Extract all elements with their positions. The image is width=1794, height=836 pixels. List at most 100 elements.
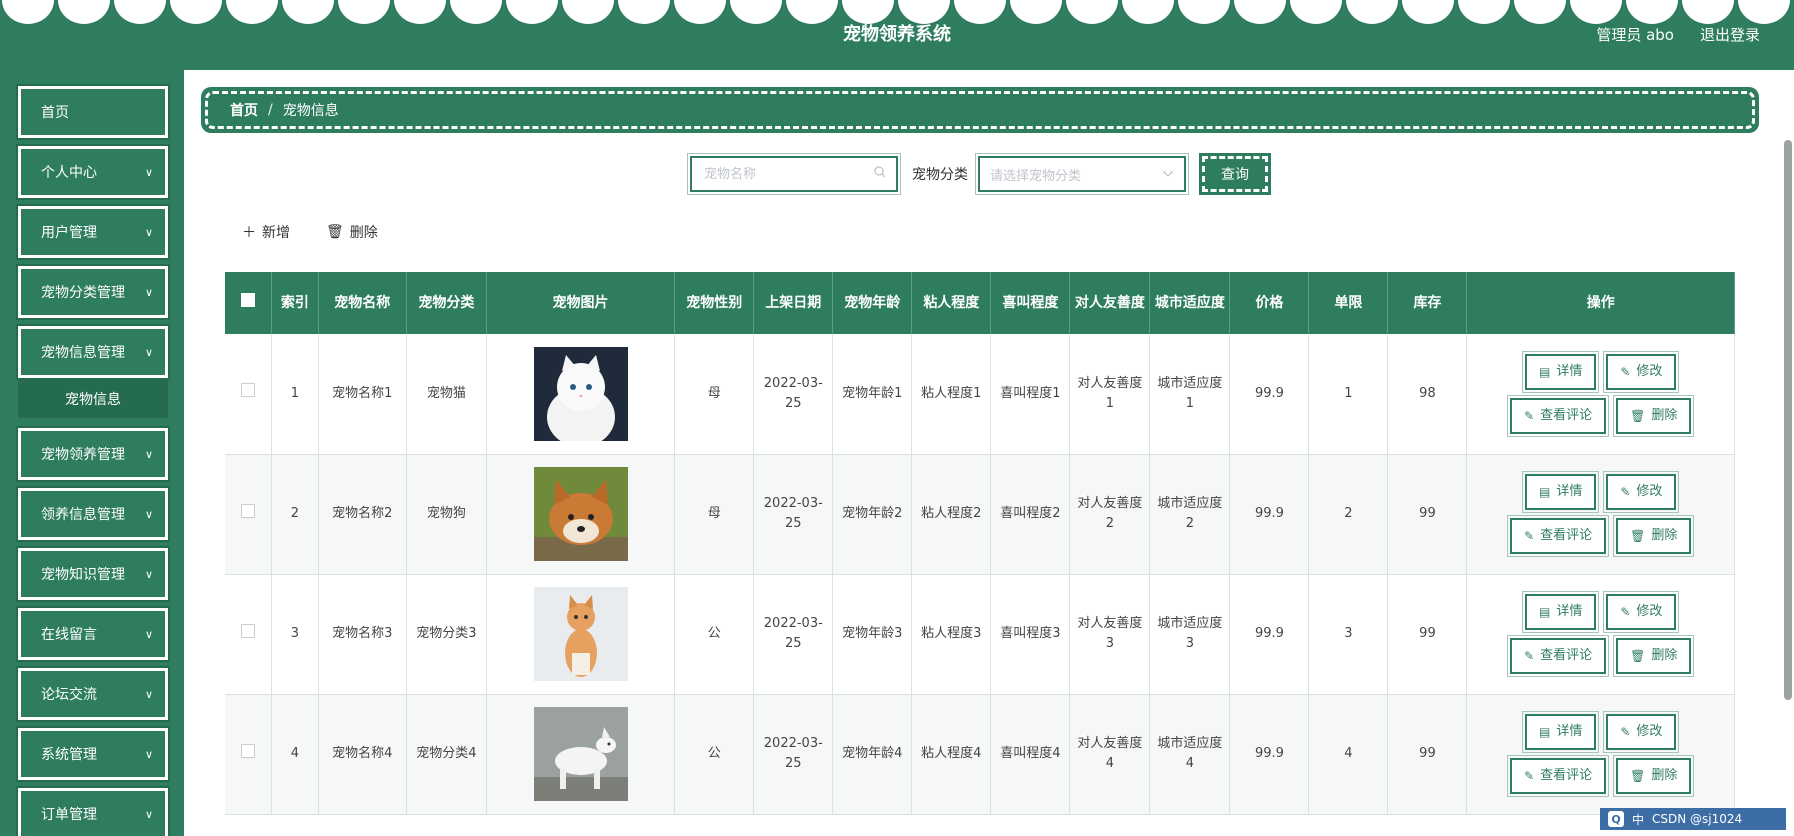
operations-cell: ▤ 详情 ✎ 修改 ✎ 查看评论 🗑 删除 xyxy=(1466,454,1735,575)
pet-image-cell xyxy=(486,694,676,815)
cell-date: 2022-03-25 xyxy=(753,574,834,695)
cell-stock: 98 xyxy=(1387,334,1468,455)
sidebar-item-5[interactable]: 宠物领养管理 ∨ xyxy=(16,426,170,482)
cell-stock: 99 xyxy=(1387,574,1468,695)
select-all-checkbox[interactable] xyxy=(241,293,256,307)
delete-button[interactable]: 🗑 删除 xyxy=(1613,394,1695,437)
ime-taskbar: Q 中 CSDN @sj1024 xyxy=(1600,808,1786,830)
sidebar-item-7[interactable]: 宠物知识管理 ∨ xyxy=(16,546,170,602)
view-comments-button[interactable]: ✎ 查看评论 xyxy=(1507,515,1610,557)
document-icon: ▤ xyxy=(1539,364,1551,379)
top-header: 宠物领养系统 管理员 abo 退出登录 xyxy=(0,0,1794,70)
view-comments-button[interactable]: ✎ 查看评论 xyxy=(1507,635,1610,677)
batch-delete-button[interactable]: 🗑 删除 xyxy=(326,222,378,242)
chevron-down-icon: ∨ xyxy=(144,747,153,761)
cell-city: 城市适应度2 xyxy=(1149,454,1231,575)
sidebar-item-8[interactable]: 在线留言 ∨ xyxy=(16,606,170,662)
pencil-icon: ✎ xyxy=(1524,408,1535,423)
cell-city: 城市适应度1 xyxy=(1149,334,1231,455)
cell-date: 2022-03-25 xyxy=(753,454,834,575)
cell-index: 4 xyxy=(271,694,319,815)
cell-age: 宠物年龄1 xyxy=(832,334,913,455)
pencil-icon: ✎ xyxy=(1524,529,1535,543)
sidebar-item-label: 宠物分类管理 xyxy=(41,285,125,301)
plus-icon: ＋ xyxy=(242,225,256,241)
comments-label: 查看评论 xyxy=(1540,648,1593,663)
pet-name-field[interactable] xyxy=(687,153,901,195)
sidebar-item-label: 领养信息管理 xyxy=(41,507,125,523)
detail-button[interactable]: ▤ 详情 xyxy=(1521,350,1600,393)
detail-button[interactable]: ▤ 详情 xyxy=(1521,471,1600,513)
edit-button[interactable]: ✎ 修改 xyxy=(1603,350,1680,393)
category-select[interactable]: 请选择宠物分类 xyxy=(975,153,1189,195)
add-button[interactable]: ＋ 新增 xyxy=(242,222,290,242)
sidebar-item-3[interactable]: 宠物分类管理 ∨ xyxy=(16,264,170,320)
row-select-cell[interactable] xyxy=(225,574,273,695)
delete-button[interactable]: 🗑 删除 xyxy=(1613,515,1695,557)
cell-friendly: 对人友善度3 xyxy=(1069,574,1151,695)
table-row: 2 宠物名称2 宠物狗母 2022-03-25 宠物年龄2 粘人程度2 喜叫程度2 对人友善度… xyxy=(225,454,1735,575)
cell-limit: 1 xyxy=(1308,334,1389,455)
pet-name-input[interactable] xyxy=(702,165,862,183)
row-checkbox[interactable] xyxy=(241,503,256,518)
delete-label: 删除 xyxy=(1651,768,1678,783)
trash-icon: 🗑 xyxy=(1630,408,1646,423)
sidebar-item-2[interactable]: 用户管理 ∨ xyxy=(16,204,170,260)
sidebar-item-4[interactable]: 宠物信息管理 ∨ xyxy=(16,324,170,380)
row-checkbox[interactable] xyxy=(241,383,256,398)
table-row: 1 宠物名称1 宠物猫母 2022-03-25 宠物年龄1 粘人程度1 喜叫程度1 对人友善度… xyxy=(225,334,1735,455)
comments-label: 查看评论 xyxy=(1540,768,1593,783)
chevron-down-icon: ∨ xyxy=(144,507,153,521)
detail-button[interactable]: ▤ 详情 xyxy=(1521,591,1600,633)
edit-button[interactable]: ✎ 修改 xyxy=(1603,471,1680,513)
vertical-scrollbar[interactable] xyxy=(1784,140,1792,700)
row-checkbox[interactable] xyxy=(241,743,256,758)
sidebar-item-1[interactable]: 个人中心 ∨ xyxy=(16,144,170,200)
sidebar-item-9[interactable]: 论坛交流 ∨ xyxy=(16,666,170,722)
view-comments-button[interactable]: ✎ 查看评论 xyxy=(1507,394,1610,437)
sidebar-item-6[interactable]: 领养信息管理 ∨ xyxy=(16,486,170,542)
row-checkbox[interactable] xyxy=(241,623,256,638)
detail-label: 详情 xyxy=(1556,484,1583,499)
sidebar-item-11[interactable]: 订单管理 ∨ xyxy=(16,786,170,836)
chevron-down-icon: ∨ xyxy=(144,225,153,239)
cell-bark: 喜叫程度4 xyxy=(990,694,1071,815)
delete-button[interactable]: 🗑 删除 xyxy=(1613,755,1695,797)
cell-name: 宠物名称2 xyxy=(318,454,407,575)
category-label: 宠物分类 xyxy=(912,167,968,183)
delete-button[interactable]: 🗑 删除 xyxy=(1613,635,1695,677)
chevron-down-icon: ∨ xyxy=(144,285,153,299)
toolbar: ＋ 新增 🗑 删除 xyxy=(242,222,378,242)
ime-language[interactable]: 中 xyxy=(1632,811,1644,828)
edit-button[interactable]: ✎ 修改 xyxy=(1603,711,1680,753)
pet-table-wrap: 索引 宠物名称 宠物分类 宠物图片 宠物性别 上架日期 宠物年龄 粘人程度 喜叫程度 对人友善度城… xyxy=(225,272,1735,836)
detail-button[interactable]: ▤ 详情 xyxy=(1521,711,1600,753)
logout-link[interactable]: 退出登录 xyxy=(1700,24,1760,45)
search-row: 宠物分类 请选择宠物分类 查询 xyxy=(687,153,1271,195)
sidebar-item-0[interactable]: 首页 xyxy=(16,84,170,140)
row-select-cell[interactable] xyxy=(225,334,273,455)
cell-friendly: 对人友善度1 xyxy=(1069,334,1151,455)
column-header: 库存 xyxy=(1387,272,1468,334)
sidebar-item-10[interactable]: 系统管理 ∨ xyxy=(16,726,170,782)
view-comments-button[interactable]: ✎ 查看评论 xyxy=(1507,755,1610,797)
column-header: 宠物图片 xyxy=(486,272,676,334)
column-header: 宠物名称 xyxy=(318,272,407,334)
edit-button[interactable]: ✎ 修改 xyxy=(1603,591,1680,633)
cell-index: 3 xyxy=(271,574,319,695)
sidebar-item-label: 系统管理 xyxy=(41,747,97,763)
trash-icon: 🗑 xyxy=(326,224,344,240)
pet-image-cell xyxy=(486,334,676,455)
cell-gender: 公 xyxy=(674,694,755,815)
cell-category: 宠物分类3 xyxy=(406,574,487,695)
submenu-item-pet-info[interactable]: 宠物信息 xyxy=(18,380,168,418)
cell-price: 99.9 xyxy=(1229,454,1310,575)
header-select-all[interactable] xyxy=(225,272,273,334)
column-header: 城市适应度 xyxy=(1149,272,1231,334)
breadcrumb-home[interactable]: 首页 xyxy=(230,100,258,120)
query-button[interactable]: 查询 xyxy=(1199,153,1271,195)
row-select-cell[interactable] xyxy=(225,454,273,575)
app-title: 宠物领养系统 xyxy=(843,24,951,45)
column-header: 喜叫程度 xyxy=(990,272,1071,334)
row-select-cell[interactable] xyxy=(225,694,273,815)
